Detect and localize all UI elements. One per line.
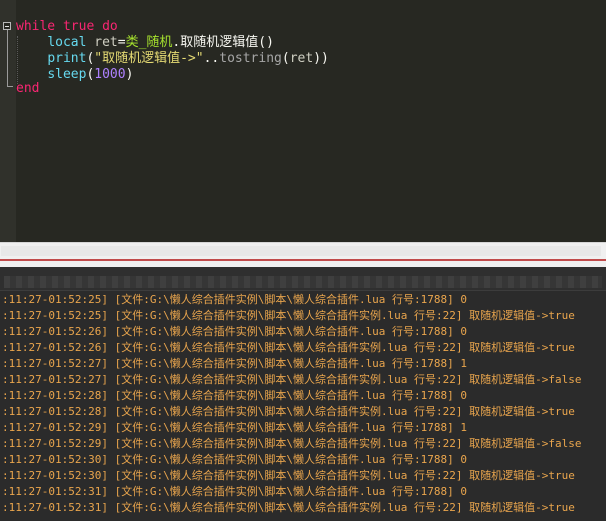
output-panel-header (0, 267, 606, 291)
code-line[interactable]: print("取随机逻辑值->"..tostring(ret)) (16, 51, 329, 67)
fold-gutter (0, 0, 16, 242)
code-token: print (47, 51, 87, 66)
log-line: :11:27-01:52:27] [文件:G:\懒人综合插件实例\脚本\懒人综合… (2, 357, 468, 370)
output-panel: :11:27-01:52:25] [文件:G:\懒人综合插件实例\脚本\懒人综合… (0, 267, 606, 521)
log-line: :11:27-01:52:30] [文件:G:\懒人综合插件实例\脚本\懒人综合… (2, 469, 575, 482)
log-line: :11:27-01:52:31] [文件:G:\懒人综合插件实例\脚本\懒人综合… (2, 501, 575, 514)
log-line: :11:27-01:52:29] [文件:G:\懒人综合插件实例\脚本\懒人综合… (2, 421, 468, 434)
code-token: do (102, 19, 118, 34)
code-token: )) (313, 51, 329, 66)
code-token: true (62, 19, 95, 34)
log-line: :11:27-01:52:31] [文件:G:\懒人综合插件实例\脚本\懒人综合… (2, 485, 468, 498)
fold-minus-icon[interactable] (3, 22, 11, 30)
code-line[interactable]: end (16, 81, 39, 97)
code-token: end (16, 81, 40, 96)
log-line: :11:27-01:52:26] [文件:G:\懒人综合插件实例\脚本\懒人综合… (2, 325, 468, 338)
code-token: 取随机逻辑值 (180, 35, 259, 50)
code-line[interactable]: local ret=类_随机.取随机逻辑值() (16, 35, 274, 51)
code-token: "取随机逻辑值->" (94, 51, 204, 66)
log-line: :11:27-01:52:26] [文件:G:\懒人综合插件实例\脚本\懒人综合… (2, 341, 575, 354)
log-line: :11:27-01:52:28] [文件:G:\懒人综合插件实例\脚本\懒人综合… (2, 405, 575, 418)
code-token: () (258, 35, 274, 50)
editor-horizontal-scrollbar[interactable] (0, 242, 606, 259)
log-line: :11:27-01:52:25] [文件:G:\懒人综合插件实例\脚本\懒人综合… (2, 293, 468, 306)
code-token: ) (125, 67, 134, 82)
code-token: = (117, 35, 126, 50)
clipped-log-row (4, 276, 602, 288)
scrollbar-thumb[interactable] (1, 246, 601, 256)
code-token: ( (281, 51, 290, 66)
code-token: ret (289, 51, 314, 66)
code-token: ret (94, 35, 118, 50)
code-token: 类_随机 (125, 35, 173, 50)
code-line[interactable]: while true do (16, 19, 118, 35)
log-line: :11:27-01:52:28] [文件:G:\懒人综合插件实例\脚本\懒人综合… (2, 389, 468, 402)
code-token: tostring (219, 51, 282, 66)
code-token: 1000 (94, 67, 126, 82)
code-token: local (47, 35, 87, 50)
code-token: while (16, 19, 56, 34)
log-line: :11:27-01:52:29] [文件:G:\懒人综合插件实例\脚本\懒人综合… (2, 437, 582, 450)
fold-line (7, 30, 8, 86)
log-line: :11:27-01:52:30] [文件:G:\懒人综合插件实例\脚本\懒人综合… (2, 453, 468, 466)
code-token: sleep (47, 67, 87, 82)
code-editor[interactable]: while true do local ret=类_随机.取随机逻辑值() pr… (0, 0, 606, 242)
code-token: .. (203, 51, 220, 66)
log-line: :11:27-01:52:27] [文件:G:\懒人综合插件实例\脚本\懒人综合… (2, 373, 582, 386)
fold-end-mark (7, 86, 13, 87)
log-line: :11:27-01:52:25] [文件:G:\懒人综合插件实例\脚本\懒人综合… (2, 309, 575, 322)
